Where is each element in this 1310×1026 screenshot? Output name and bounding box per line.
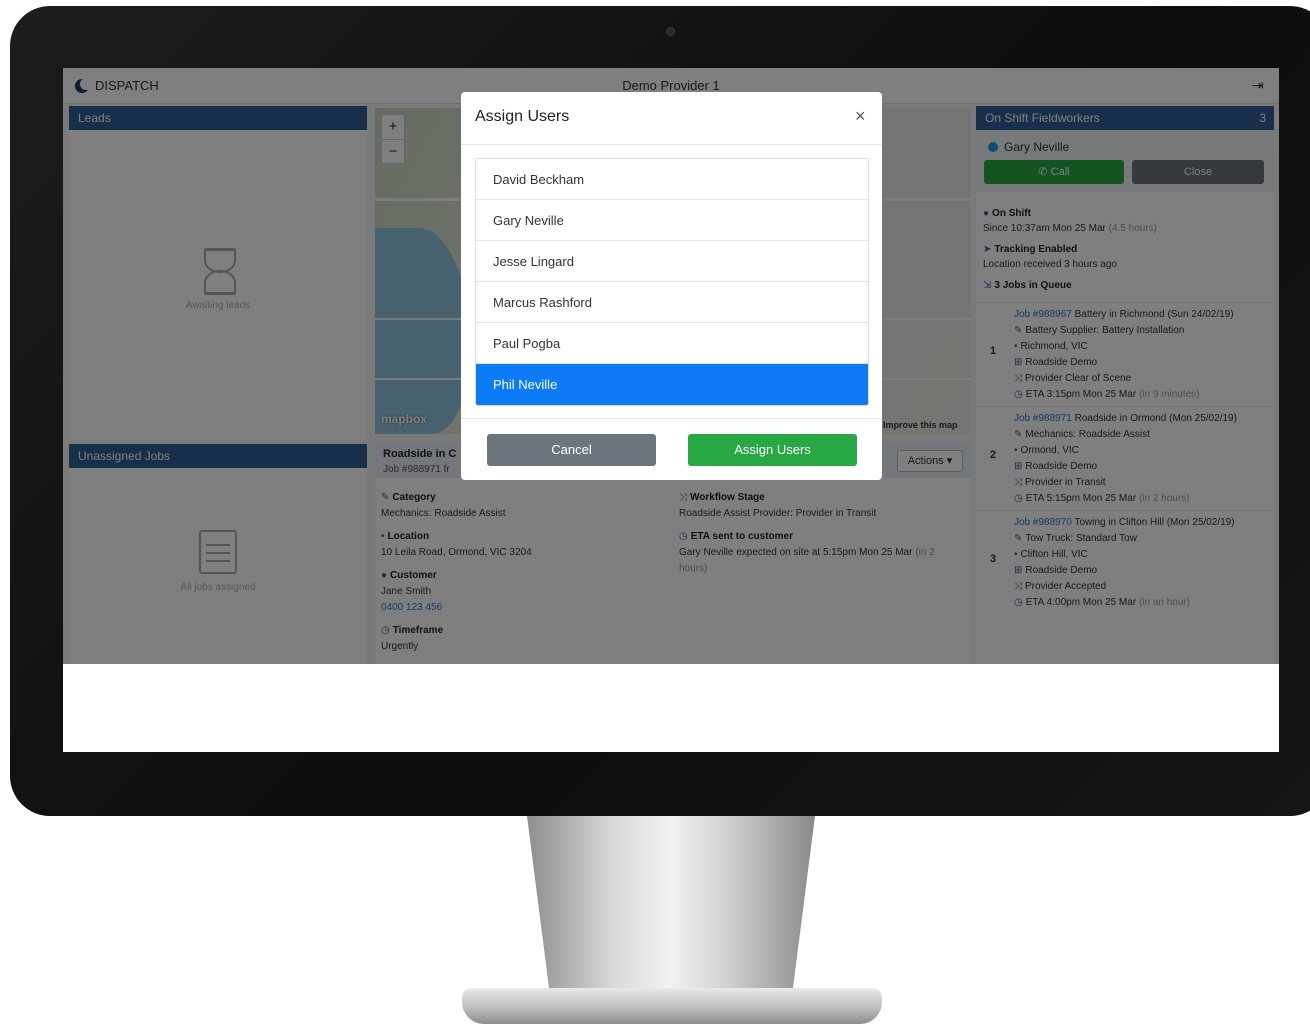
camera-dot [666,27,675,36]
user-list-item[interactable]: Paul Pogba [476,323,868,364]
modal-divider [461,144,882,145]
monitor-stand-neck [527,816,815,996]
user-list-item[interactable]: Gary Neville [476,200,868,241]
monitor-stand-base [462,988,882,1024]
user-list-item[interactable]: Jesse Lingard [476,241,868,282]
user-list-item[interactable]: Marcus Rashford [476,282,868,323]
cancel-button[interactable]: Cancel [487,434,656,466]
user-list: David Beckham Gary Neville Jesse Lingard… [475,158,869,406]
user-list-item-selected[interactable]: Phil Neville [476,364,868,405]
monitor-screen: DISPATCH Demo Provider 1 ⇥ Leads Awaitin… [63,68,1279,752]
assign-users-button[interactable]: Assign Users [688,434,857,466]
user-list-item[interactable]: David Beckham [476,159,868,200]
modal-title: Assign Users [475,108,570,125]
dispatch-app: DISPATCH Demo Provider 1 ⇥ Leads Awaitin… [63,68,1279,664]
close-icon[interactable]: × [855,106,866,127]
assign-users-modal: Assign Users × David Beckham Gary Nevill… [461,92,882,480]
modal-footer-divider [461,418,882,419]
